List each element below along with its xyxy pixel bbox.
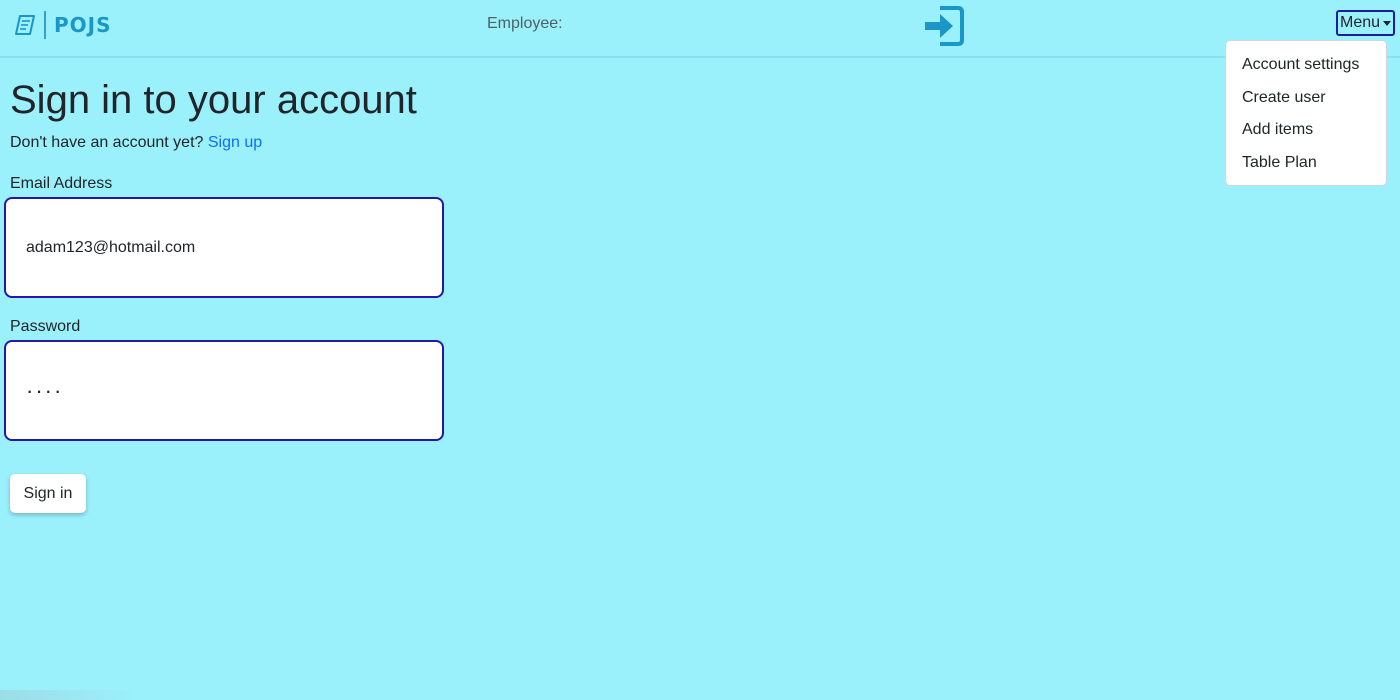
password-field[interactable] bbox=[4, 340, 444, 441]
menu-dropdown: Account settings Create user Add items T… bbox=[1225, 40, 1387, 186]
brand-divider bbox=[44, 11, 46, 39]
menu-label: Menu bbox=[1340, 14, 1381, 31]
brand-name: POJS bbox=[54, 13, 112, 37]
sign-in-icon[interactable] bbox=[922, 2, 966, 50]
menu-item-account-settings[interactable]: Account settings bbox=[1226, 49, 1386, 82]
sign-in-button[interactable]: Sign in bbox=[10, 474, 86, 513]
decorative-shadow bbox=[0, 690, 140, 700]
menu-item-table-plan[interactable]: Table Plan bbox=[1226, 147, 1386, 180]
brand-logo[interactable]: POJS bbox=[14, 10, 112, 40]
signup-prompt-line: Don't have an account yet? Sign up bbox=[10, 134, 262, 152]
signup-prompt: Don't have an account yet? bbox=[10, 134, 204, 151]
signup-link[interactable]: Sign up bbox=[208, 134, 262, 151]
menu-item-add-items[interactable]: Add items bbox=[1226, 114, 1386, 147]
chevron-down-icon bbox=[1383, 20, 1392, 26]
page-title: Sign in to your account bbox=[10, 78, 417, 122]
employee-label: Employee: bbox=[487, 15, 563, 32]
email-label: Email Address bbox=[10, 175, 113, 192]
email-field[interactable] bbox=[4, 197, 444, 298]
menu-item-create-user[interactable]: Create user bbox=[1226, 82, 1386, 115]
password-label: Password bbox=[10, 318, 81, 335]
receipt-logo-icon bbox=[14, 13, 38, 37]
navbar: POJS Employee: Menu bbox=[0, 0, 1400, 58]
menu-dropdown-toggle[interactable]: Menu bbox=[1336, 10, 1396, 36]
